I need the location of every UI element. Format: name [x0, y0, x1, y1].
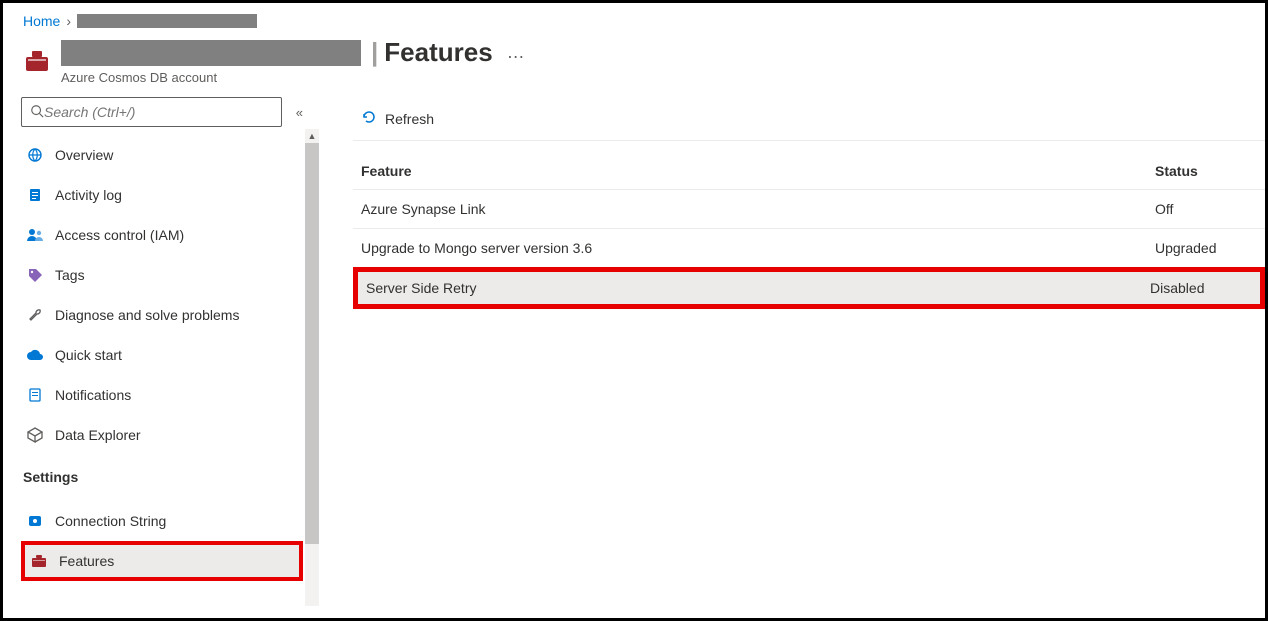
more-icon[interactable]: …: [507, 42, 527, 63]
sidebar-item-access-control[interactable]: Access control (IAM): [21, 215, 303, 255]
sidebar-item-label: Connection String: [55, 513, 166, 529]
sidebar: « Overview Activity log Access control (…: [3, 97, 313, 606]
status-cell: Disabled: [1150, 280, 1260, 296]
people-icon: [23, 227, 47, 243]
sidebar-item-label: Tags: [55, 267, 85, 283]
cosmosdb-icon: [23, 47, 51, 75]
sidebar-section-settings: Settings: [21, 455, 303, 493]
sidebar-item-notifications[interactable]: Notifications: [21, 375, 303, 415]
title-separator: |: [371, 37, 378, 68]
toolbar: Refresh: [353, 97, 1265, 141]
features-table: Feature Status Azure Synapse Link Off Up…: [353, 149, 1265, 309]
status-cell: Off: [1155, 201, 1265, 217]
status-cell: Upgraded: [1155, 240, 1265, 256]
search-input-container[interactable]: [21, 97, 282, 127]
sidebar-item-label: Data Explorer: [55, 427, 141, 443]
sidebar-item-features[interactable]: Features: [21, 541, 303, 581]
sidebar-item-diagnose[interactable]: Diagnose and solve problems: [21, 295, 303, 335]
table-row[interactable]: Upgrade to Mongo server version 3.6 Upgr…: [353, 229, 1265, 268]
key-icon: [23, 513, 47, 529]
sidebar-item-tags[interactable]: Tags: [21, 255, 303, 295]
sidebar-item-label: Activity log: [55, 187, 122, 203]
sidebar-item-label: Notifications: [55, 387, 131, 403]
breadcrumb-redacted: [77, 14, 257, 28]
chevron-right-icon: ›: [66, 13, 71, 29]
refresh-icon: [361, 109, 377, 128]
main-content: Refresh Feature Status Azure Synapse Lin…: [313, 97, 1265, 606]
tag-icon: [23, 267, 47, 283]
sidebar-item-label: Access control (IAM): [55, 227, 184, 243]
log-icon: [23, 187, 47, 203]
feature-cell: Upgrade to Mongo server version 3.6: [361, 240, 1155, 256]
sidebar-item-label: Features: [59, 553, 114, 569]
feature-cell: Azure Synapse Link: [361, 201, 1155, 217]
sidebar-item-data-explorer[interactable]: Data Explorer: [21, 415, 303, 455]
resource-type-subtitle: Azure Cosmos DB account: [61, 70, 527, 85]
sidebar-item-label: Diagnose and solve problems: [55, 307, 239, 323]
cube-icon: [23, 427, 47, 443]
sidebar-item-label: Quick start: [55, 347, 122, 363]
refresh-button[interactable]: Refresh: [353, 105, 442, 132]
sidebar-item-quick-start[interactable]: Quick start: [21, 335, 303, 375]
briefcase-icon: [27, 554, 51, 568]
collapse-sidebar-icon[interactable]: «: [296, 105, 303, 120]
page-header: | Features … Azure Cosmos DB account: [3, 35, 1265, 85]
search-input[interactable]: [44, 104, 273, 120]
table-header: Feature Status: [353, 149, 1265, 190]
column-feature[interactable]: Feature: [361, 163, 1155, 179]
table-row[interactable]: Server Side Retry Disabled: [353, 267, 1265, 309]
refresh-label: Refresh: [385, 111, 434, 127]
wrench-icon: [23, 307, 47, 323]
sidebar-item-overview[interactable]: Overview: [21, 135, 303, 175]
sidebar-item-activity-log[interactable]: Activity log: [21, 175, 303, 215]
sidebar-item-label: Overview: [55, 147, 113, 163]
search-icon: [30, 104, 44, 121]
table-row[interactable]: Azure Synapse Link Off: [353, 190, 1265, 229]
page-title: Features: [384, 37, 492, 68]
bell-doc-icon: [23, 387, 47, 403]
globe-icon: [23, 147, 47, 163]
cloud-icon: [23, 348, 47, 362]
feature-cell: Server Side Retry: [366, 280, 1150, 296]
column-status[interactable]: Status: [1155, 163, 1265, 179]
resource-name-redacted: [61, 40, 361, 66]
breadcrumb: Home ›: [3, 3, 1265, 35]
breadcrumb-home[interactable]: Home: [23, 13, 60, 29]
sidebar-item-connection-string[interactable]: Connection String: [21, 501, 303, 541]
